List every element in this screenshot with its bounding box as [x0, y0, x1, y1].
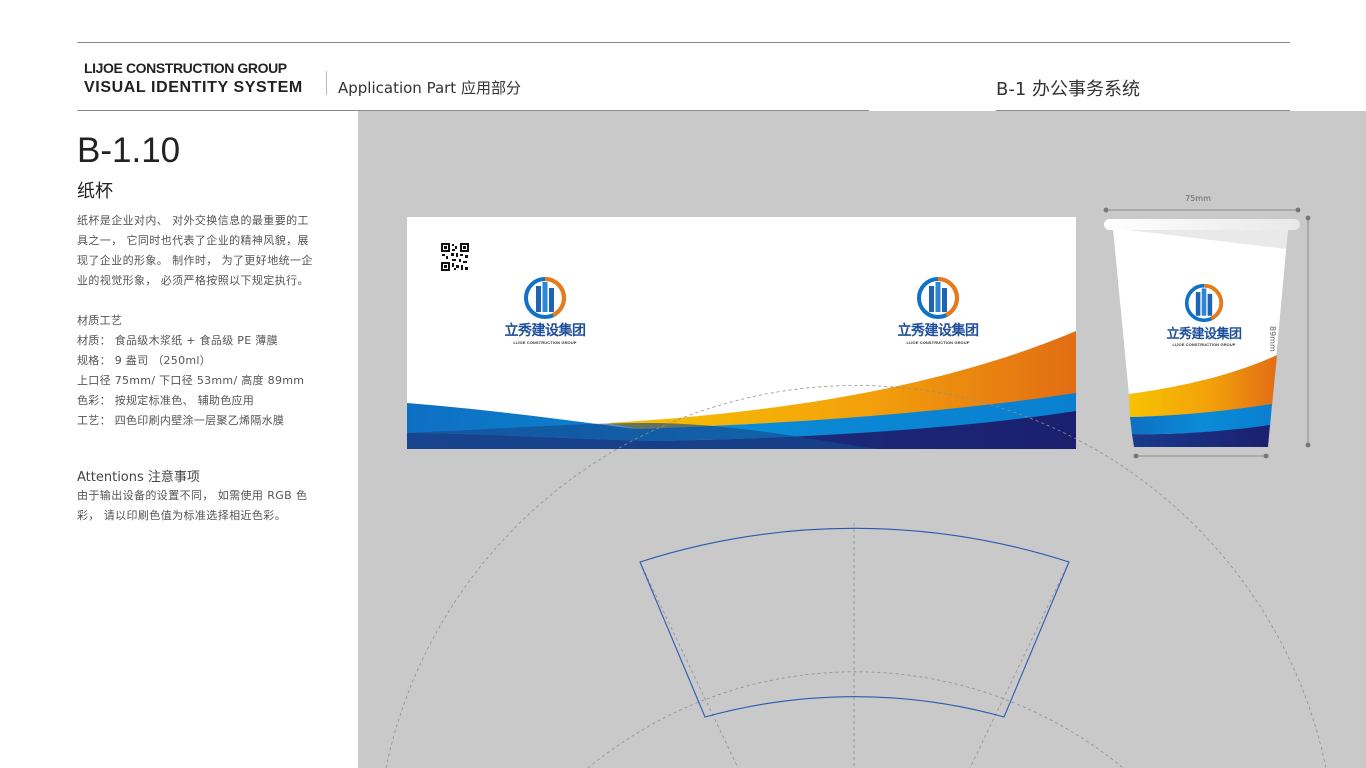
logo-name-cn: 立秀建设集团 [1166, 327, 1242, 342]
spec-list: 材质工艺 材质： 食品级木浆纸 + 食品级 PE 薄膜 规格： 9 盎司 （25… [77, 311, 304, 431]
logo-name-en: LIJOE CONSTRUCTION GROUP [513, 340, 577, 345]
brand-name: LIJOE CONSTRUCTION GROUP [84, 60, 287, 76]
spec-item: 材质工艺 [77, 314, 123, 327]
attention-title: Attentions 注意事项 [77, 470, 200, 485]
item-title: 纸杯 [77, 181, 113, 202]
brand-logo: 立秀建设集团 LIJOE CONSTRUCTION GROUP [893, 276, 983, 345]
logo-name-en: LIJOE CONSTRUCTION GROUP [906, 340, 970, 345]
artwork-svg [385, 207, 1327, 768]
item-code: B-1.10 [77, 131, 181, 170]
artwork-panel [358, 111, 1366, 768]
logo-name-cn: 立秀建设集团 [897, 323, 980, 339]
section-label: Application Part 应用部分 [338, 79, 521, 97]
spec-item: 工艺： 四色印刷内壁涂一层聚乙烯隔水膜 [77, 414, 285, 427]
spec-item: 上口径 75mm/ 下口径 53mm/ 高度 89mm [77, 374, 305, 387]
header-divider [326, 71, 327, 95]
attention-text: 由于输出设备的设置不同， 如需使用 RGB 色彩， 请以印刷色值为标准选择相近色… [77, 489, 308, 522]
header-top-rule [77, 42, 1290, 43]
brand-logo: 立秀建设集团 LIJOE CONSTRUCTION GROUP [500, 276, 590, 345]
spec-item: 规格： 9 盎司 （250ml） [77, 354, 212, 367]
building-logo-icon [917, 277, 960, 319]
qr-code-icon [441, 243, 469, 271]
cup-width-label: 75mm [1185, 194, 1211, 203]
spec-item: 色彩： 按规定标准色、 辅助色应用 [77, 394, 255, 407]
cup-height-label: 89mm [1268, 326, 1277, 352]
logo-name-cn: 立秀建设集团 [504, 323, 587, 339]
page-category: B-1 办公事务系统 [996, 79, 1141, 100]
brand-subtitle: VISUAL IDENTITY SYSTEM [84, 79, 303, 96]
logo-name-en: LIJOE CONSTRUCTION GROUP [1172, 342, 1236, 347]
building-logo-icon [1184, 283, 1224, 323]
item-description: 纸杯是企业对内、 对外交换信息的最重要的工具之一， 它同时也代表了企业的精神风貌… [77, 214, 313, 287]
building-logo-icon [524, 277, 567, 319]
brand-logo: 立秀建设集团 LIJOE CONSTRUCTION GROUP [1161, 283, 1247, 347]
spec-item: 材质： 食品级木浆纸 + 食品级 PE 薄膜 [77, 334, 278, 347]
